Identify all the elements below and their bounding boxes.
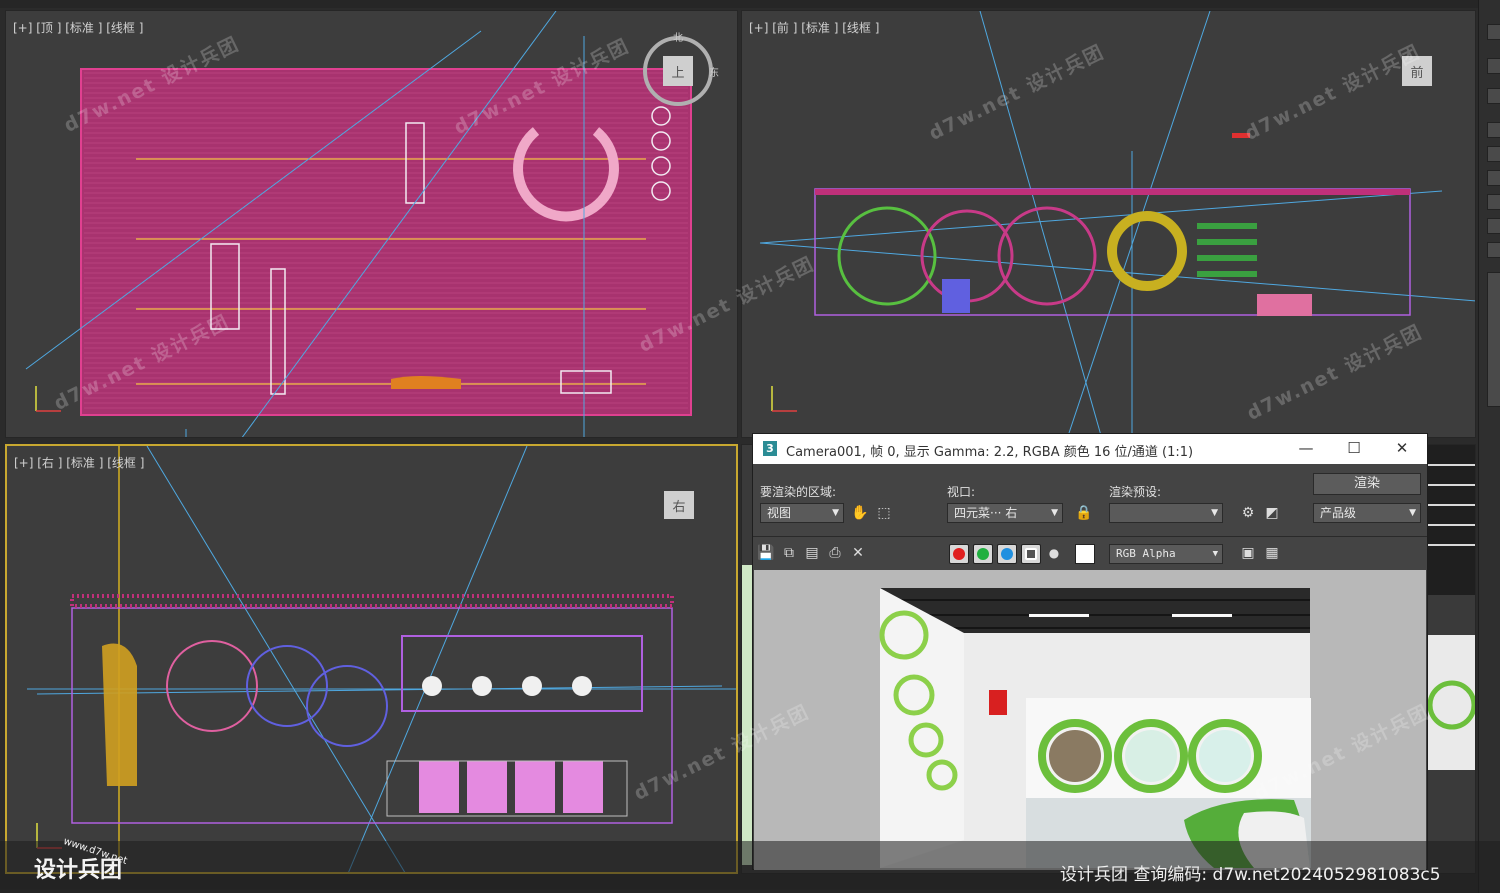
panel-tab-2[interactable] [1487,88,1500,104]
channel-dropdown[interactable]: RGB Alpha ▼ [1109,544,1223,564]
clone-icon[interactable]: ▤ [803,544,821,562]
minimize-button[interactable]: — [1295,438,1317,458]
close-button[interactable]: ✕ [1391,438,1413,458]
panel-tab-6[interactable] [1487,194,1500,210]
print-icon[interactable]: ⎙ [826,544,844,562]
display-toggle-icon[interactable]: ▣ [1239,544,1257,562]
lock-icon[interactable]: 🔒 [1075,504,1093,522]
chevron-down-icon: ▼ [1409,508,1416,518]
rendered-image [879,588,1311,868]
render-window-title: Camera001, 帧 0, 显示 Gamma: 2.2, RGBA 颜色 1… [786,445,1194,460]
chevron-down-icon: ▼ [1051,508,1058,518]
viewport-right[interactable]: 右 [+] [右 ] [标准 ] [线框 ] [5,444,738,874]
hand-icon[interactable]: ✋ [851,504,869,522]
save-icon[interactable]: 💾 [757,544,775,562]
maximize-button[interactable]: ☐ [1343,438,1365,458]
toolbar-divider [753,536,1427,537]
color-swatch[interactable] [1075,544,1095,564]
blue-channel-toggle[interactable] [997,544,1017,564]
area-label: 要渲染的区域: [760,485,837,499]
viewcube-face-top: 上 [671,66,684,81]
top-strip [0,0,1478,8]
chevron-down-icon: ▼ [1211,508,1218,518]
viewport-label: 视口: [947,485,976,499]
panel-scroll[interactable] [1487,272,1500,407]
preset-dropdown[interactable]: ▼ [1109,503,1223,523]
viewport-dropdown[interactable]: 四元菜··· 右 ▼ [947,503,1063,523]
panel-tab-4[interactable] [1487,146,1500,162]
command-panel [1478,0,1500,893]
panel-tab-5[interactable] [1487,170,1500,186]
green-channel-toggle[interactable] [973,544,993,564]
preset-label: 渲染预设: [1109,485,1162,499]
mono-icon[interactable]: ● [1045,544,1063,562]
clear-icon[interactable]: ✕ [849,544,867,562]
frame-window-icon[interactable]: ▦ [1263,544,1281,562]
quality-dropdown[interactable]: 产品级 ▼ [1313,503,1421,523]
chevron-down-icon: ▼ [1212,549,1218,559]
environment-icon[interactable]: ◩ [1263,504,1281,522]
render-window-titlebar[interactable]: 3 Camera001, 帧 0, 显示 Gamma: 2.2, RGBA 颜色… [753,434,1427,464]
render-button[interactable]: 渲染 [1313,473,1421,495]
viewcube-east: 东 [709,66,719,79]
viewcube-north: 北 [673,32,683,44]
panel-tab-3[interactable] [1487,122,1500,138]
right-view-wireframe: 右 [27,446,736,872]
red-channel-toggle[interactable] [949,544,969,564]
viewport-right-label[interactable]: [+] [右 ] [标准 ] [线框 ] [14,454,144,471]
app-icon: 3 [763,441,777,456]
render-output-area [754,570,1426,870]
alpha-channel-toggle[interactable] [1021,544,1041,564]
render-setup-icon[interactable]: ⚙ [1239,504,1257,522]
viewcube-face-right: 右 [672,500,685,515]
panel-tab-7[interactable] [1487,218,1500,234]
viewport-front-label[interactable]: [+] [前 ] [标准 ] [线框 ] [749,19,879,36]
panel-tab-1[interactable] [1487,58,1500,74]
copy-icon[interactable]: ⧉ [780,544,798,562]
chevron-down-icon: ▼ [832,508,839,518]
render-frame-window[interactable]: 3 Camera001, 帧 0, 显示 Gamma: 2.2, RGBA 颜色… [752,433,1428,870]
create-plus-icon[interactable] [1487,24,1500,40]
auto-region-icon[interactable]: ⬚ [875,504,893,522]
viewport-top-label[interactable]: [+] [顶 ] [标准 ] [线框 ] [13,19,143,36]
panel-tab-8[interactable] [1487,242,1500,258]
bottom-caption: 设计兵团 查询编码: d7w.net2024052981083c5 [1060,865,1441,885]
area-dropdown[interactable]: 视图 ▼ [760,503,844,523]
